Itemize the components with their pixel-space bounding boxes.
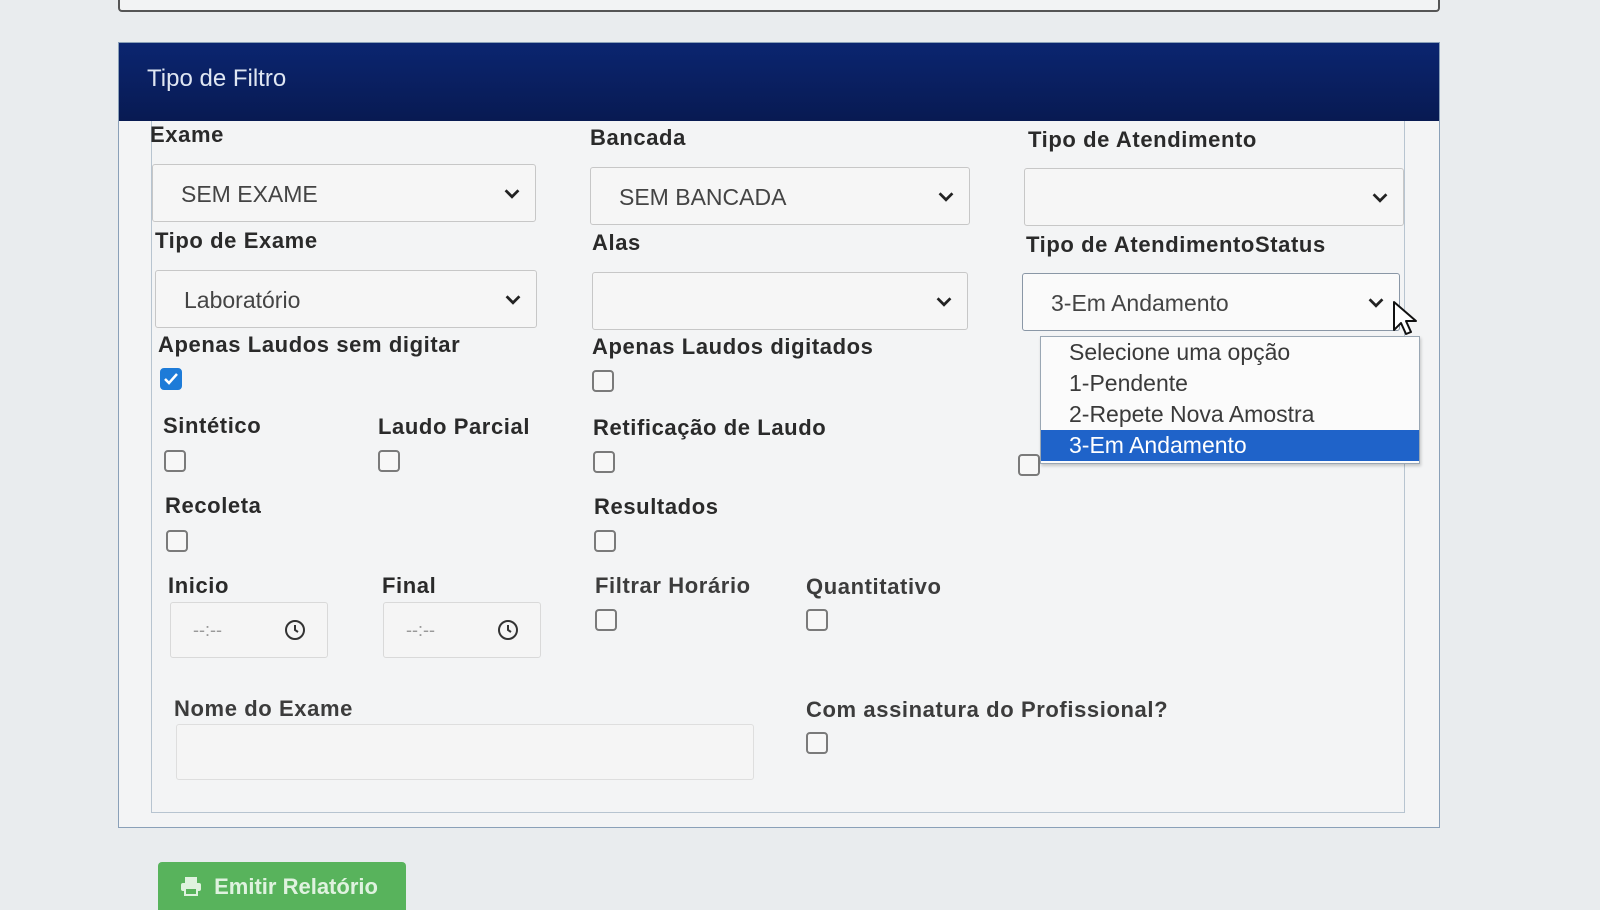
recoleta-label: Recoleta [165,493,262,518]
dropdown-option[interactable]: Selecione uma opção [1041,337,1419,368]
alas-select[interactable] [592,272,968,330]
nome-exame-label: Nome do Exame [174,696,353,721]
nome-exame-input[interactable] [176,724,754,780]
chevron-down-icon [1365,292,1387,314]
bancada-label: Bancada [590,125,686,150]
tipo-atendimento-status-label: Tipo de AtendimentoStatus [1026,232,1326,257]
exame-select-value: SEM EXAME [181,181,318,207]
exame-label: Exame [150,122,224,147]
apenas-laudos-sem-digitar-checkbox[interactable] [160,368,182,390]
checkmark-icon [164,373,178,385]
bancada-select[interactable]: SEM BANCADA [590,167,970,225]
apenas-laudos-digitados-checkbox[interactable] [592,370,614,392]
emitir-relatorio-button[interactable]: Emitir Relatório [158,862,406,910]
tipo-exame-select-value: Laboratório [184,287,301,313]
resultados-checkbox[interactable] [594,530,616,552]
inicio-time-placeholder: --:-- [193,620,222,640]
exame-select[interactable]: SEM EXAME [152,164,536,222]
chevron-down-icon [1369,187,1391,209]
recoleta-checkbox[interactable] [166,530,188,552]
resultados-label: Resultados [594,494,719,519]
inicio-label: Inicio [168,573,230,598]
tipo-atendimento-label: Tipo de Atendimento [1028,127,1257,152]
dropdown-option-selected[interactable]: 3-Em Andamento [1041,430,1419,461]
retificacao-laudo-checkbox[interactable] [593,451,615,473]
chevron-down-icon [501,183,523,205]
dropdown-option[interactable]: 2-Repete Nova Amostra [1041,399,1419,430]
mouse-cursor-icon [1393,301,1417,335]
final-time-placeholder: --:-- [406,620,435,640]
laudo-parcial-checkbox[interactable] [378,450,400,472]
chevron-down-icon [502,289,524,311]
chevron-down-icon [933,291,955,313]
assinatura-profissional-label: Com assinatura do Profissional? [806,697,1169,722]
apenas-laudos-sem-digitar-label: Apenas Laudos sem digitar [158,332,461,357]
filtrar-horario-label: Filtrar Horário [595,573,751,598]
tipo-atendimento-status-select[interactable]: 3-Em Andamento [1022,273,1400,331]
tipo-atendimento-select[interactable] [1024,168,1404,226]
panel-title: Tipo de Filtro [119,43,1439,121]
quantitativo-checkbox[interactable] [806,609,828,631]
laudo-parcial-label: Laudo Parcial [378,414,531,439]
printer-icon [180,876,202,902]
emitir-relatorio-label: Emitir Relatório [214,874,378,899]
filtrar-horario-checkbox[interactable] [595,609,617,631]
quantitativo-label: Quantitativo [806,574,942,599]
tipo-atendimento-status-dropdown[interactable]: Selecione uma opção 1-Pendente 2-Repete … [1040,336,1420,464]
clock-icon[interactable] [283,618,307,642]
hidden-row-checkbox[interactable] [1018,454,1040,476]
assinatura-profissional-checkbox[interactable] [806,732,828,754]
alas-label: Alas [592,230,641,255]
tipo-atendimento-status-value: 3-Em Andamento [1051,290,1229,316]
clock-icon[interactable] [496,618,520,642]
previous-panel-frame [118,0,1440,12]
apenas-laudos-digitados-label: Apenas Laudos digitados [592,334,874,359]
dropdown-option[interactable]: 1-Pendente [1041,368,1419,399]
bancada-select-value: SEM BANCADA [619,184,787,210]
retificacao-laudo-label: Retificação de Laudo [593,415,827,440]
sintetico-label: Sintético [163,413,262,438]
tipo-exame-select[interactable]: Laboratório [155,270,537,328]
final-time-input[interactable]: --:-- [383,602,541,658]
sintetico-checkbox[interactable] [164,450,186,472]
chevron-down-icon [935,186,957,208]
final-label: Final [382,573,437,598]
tipo-exame-label: Tipo de Exame [155,228,318,253]
inicio-time-input[interactable]: --:-- [170,602,328,658]
